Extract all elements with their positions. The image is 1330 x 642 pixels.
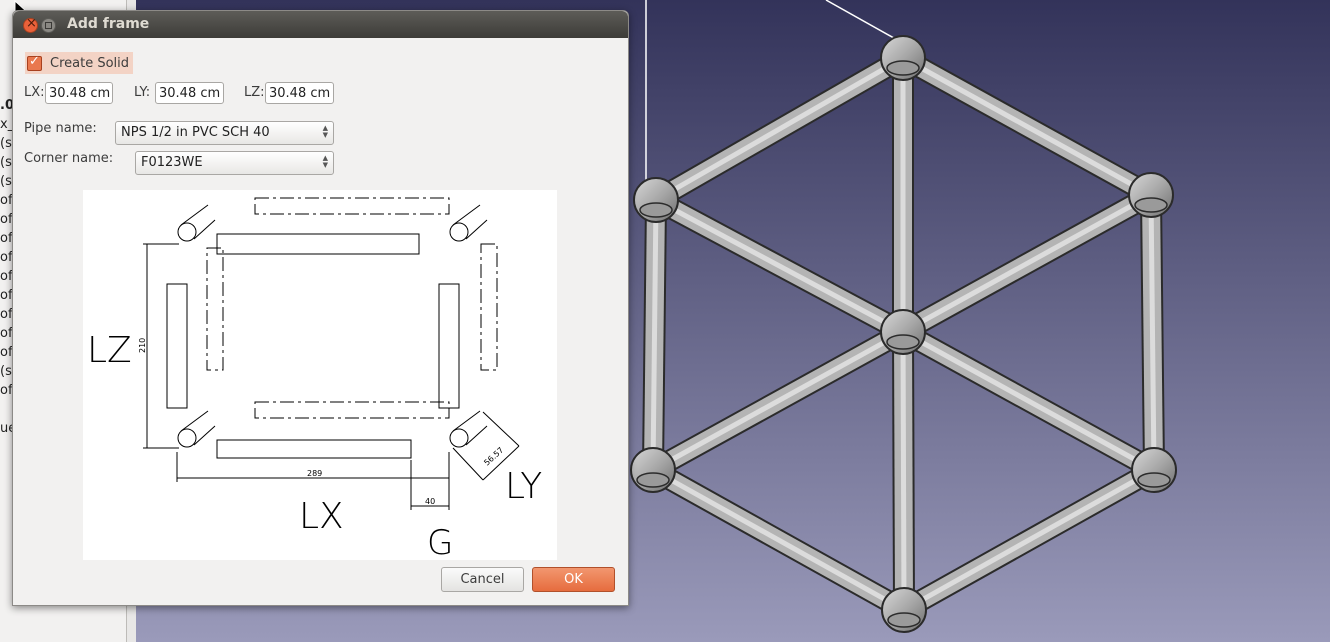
pipe-highlight	[650, 199, 659, 471]
diagram-dim-40: 40	[425, 497, 435, 506]
dimension-line	[452, 447, 484, 481]
cancel-button[interactable]: Cancel	[441, 567, 524, 592]
diagram-pipe	[254, 401, 450, 419]
pipe-highlight	[901, 55, 1153, 198]
add-frame-dialog: Add frame Create Solid LX: 30.48 cm LY: …	[12, 10, 629, 606]
joint-collar	[886, 60, 920, 76]
joint-collar	[639, 202, 673, 218]
joint-collar	[887, 612, 921, 628]
select-arrows-icon: ▲ ▼	[322, 124, 328, 139]
diagram-pipe	[480, 243, 498, 371]
lz-input[interactable]: 30.48 cm	[265, 82, 334, 104]
pipe-highlight	[901, 329, 1156, 473]
close-icon[interactable]	[23, 16, 38, 33]
diagram-pipe	[216, 439, 412, 459]
diagram-corner	[177, 410, 216, 448]
diagram-pipe	[166, 283, 188, 409]
diagram-pipe	[216, 233, 420, 255]
diagram-pipe	[254, 197, 450, 215]
diagram-pipe	[206, 247, 224, 371]
ok-button[interactable]: OK	[532, 567, 615, 592]
pipe-highlight	[901, 192, 1153, 335]
pipe-highlight	[654, 55, 905, 203]
diagram-dim-5657: 56.57	[482, 445, 505, 467]
corner-name-label: Corner name:	[24, 151, 114, 166]
joint-collar	[886, 334, 920, 350]
pipe-highlight	[1148, 194, 1157, 471]
lx-label: LX:	[24, 85, 45, 100]
diagram-g-label: G	[427, 523, 453, 560]
create-solid-checkbox[interactable]: Create Solid	[25, 52, 134, 74]
frame-diagram: LZ LX LY G 210 289 40 56.57	[83, 190, 557, 560]
diagram-corner	[449, 410, 488, 448]
corner-name-select[interactable]: F0123WE ▲ ▼	[135, 151, 334, 175]
joint-collar	[636, 472, 670, 488]
dialog-titlebar[interactable]: Add frame	[13, 11, 628, 38]
pipe-highlight	[651, 467, 906, 613]
diagram-lz-label: LZ	[87, 330, 132, 371]
pipe-highlight	[654, 197, 905, 335]
pipe-name-label: Pipe name:	[24, 121, 97, 136]
select-arrows-icon: ▲ ▼	[322, 154, 328, 169]
pipe-highlight	[902, 467, 1156, 613]
pipe-name-select[interactable]: NPS 1/2 in PVC SCH 40 ▲ ▼	[115, 121, 334, 145]
lx-input[interactable]: 30.48 cm	[45, 82, 113, 104]
diagram-corner	[449, 204, 488, 242]
ly-label: LY:	[134, 85, 151, 100]
diagram-dim-210: 210	[138, 338, 147, 353]
lz-label: LZ:	[244, 85, 265, 100]
joint-collar	[1137, 472, 1171, 488]
pipe-name-value: NPS 1/2 in PVC SCH 40	[121, 125, 270, 140]
checkbox-checked-icon[interactable]	[27, 54, 42, 71]
create-solid-label: Create Solid	[50, 55, 130, 71]
pipe-highlight	[900, 331, 907, 611]
dialog-title: Add frame	[67, 16, 150, 32]
corner-name-value: F0123WE	[141, 155, 203, 170]
pipe-highlight	[651, 329, 905, 473]
joint-collar	[1134, 197, 1168, 213]
ly-input[interactable]: 30.48 cm	[155, 82, 224, 104]
diagram-dim-289: 289	[307, 469, 322, 478]
diagram-ly-label: LY	[505, 466, 542, 507]
diagram-pipe	[438, 283, 460, 409]
construction-line	[825, 0, 902, 43]
diagram-corner	[177, 204, 216, 242]
diagram-lx-label: LX	[299, 496, 344, 537]
minimize-icon[interactable]	[41, 18, 56, 33]
dimension-line	[482, 411, 520, 447]
